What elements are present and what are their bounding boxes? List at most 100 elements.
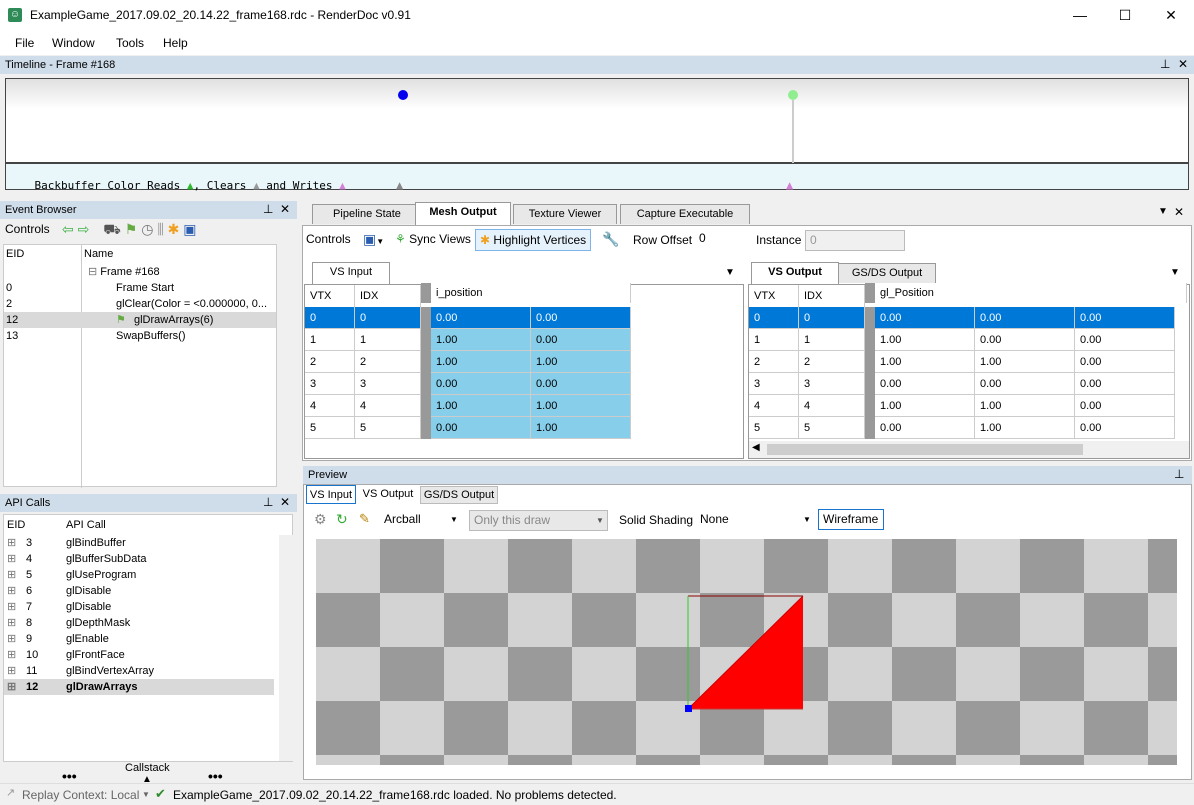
pin-icon[interactable]: ⊥	[1174, 467, 1184, 481]
save-icon[interactable]: ▣	[183, 221, 196, 238]
settings-icon[interactable]: ✱	[168, 221, 180, 238]
grid-cell[interactable]: 1.00	[975, 417, 1075, 439]
grid-cell[interactable]: 0.00	[531, 329, 631, 351]
tab-vs-input[interactable]: VS Input	[312, 262, 390, 284]
tree-item-frame[interactable]: ⊟ Frame #168	[88, 264, 273, 280]
preview-tab-gs-ds-output[interactable]: GS/DS Output	[420, 486, 498, 504]
tree-item[interactable]: 2 glClear(Color = <0.000000, 0...	[4, 296, 276, 312]
api-call-row[interactable]: ⊞ 5 glUseProgram	[4, 567, 274, 583]
close-icon[interactable]: ✕	[280, 495, 290, 509]
expand-icon[interactable]: ⊞	[7, 615, 16, 631]
api-call-row[interactable]: ⊞ 11 glBindVertexArray	[4, 663, 274, 679]
timeline-canvas[interactable]	[5, 78, 1189, 163]
grid-cell[interactable]: 0.00	[875, 373, 975, 395]
grid-cell[interactable]: 0.00	[531, 307, 631, 329]
grid-cell[interactable]: 0.00	[431, 417, 531, 439]
tab-mesh-output[interactable]: Mesh Output	[415, 202, 511, 225]
row-offset-input[interactable]: 0	[695, 229, 747, 250]
more-icon[interactable]: •••	[208, 768, 223, 784]
api-call-row[interactable]: ⊞ 9 glEnable	[4, 631, 274, 647]
menu-window[interactable]: Window	[52, 36, 95, 50]
grid-cell[interactable]: 0.00	[431, 307, 531, 329]
chevron-down-icon[interactable]: ▼	[1158, 206, 1168, 217]
grid-cell[interactable]: 0.00	[1075, 307, 1175, 329]
api-call-row[interactable]: ⊞ 10 glFrontFace	[4, 647, 274, 663]
grid-cell[interactable]: 1.00	[531, 395, 631, 417]
tab-capture-executable[interactable]: Capture Executable	[620, 204, 750, 224]
grid-cell[interactable]: 2	[355, 351, 421, 373]
gear-icon[interactable]: ⚙	[314, 511, 327, 528]
chevron-down-icon[interactable]: ▼	[1170, 267, 1180, 278]
tree-item[interactable]: 13 SwapBuffers()	[4, 328, 276, 344]
grid-cell[interactable]: 1.00	[431, 329, 531, 351]
reset-icon[interactable]: ↻	[336, 511, 348, 528]
grid-cell[interactable]: 1	[355, 329, 421, 351]
back-arrow-icon[interactable]: ⇦	[62, 221, 74, 238]
expand-icon[interactable]: ⊞	[7, 631, 16, 647]
columns-icon[interactable]: ⫼	[157, 221, 163, 238]
camera-select[interactable]: Arcball ▼	[380, 510, 462, 531]
pin-icon[interactable]: ⊥	[263, 202, 273, 216]
menu-file[interactable]: File	[15, 36, 34, 50]
grid-cell[interactable]: 0.00	[975, 329, 1075, 351]
preview-tab-vs-input[interactable]: VS Input	[306, 485, 356, 504]
wand-icon[interactable]: ✎	[359, 511, 370, 527]
grid-cell[interactable]: 3	[749, 373, 799, 395]
expand-icon[interactable]: ⊞	[7, 551, 16, 567]
grid-cell[interactable]: 0.00	[975, 373, 1075, 395]
grid-cell[interactable]: 1	[799, 329, 865, 351]
tab-texture-viewer[interactable]: Texture Viewer	[513, 204, 617, 224]
save-icon[interactable]: ▣▼	[363, 231, 384, 248]
grid-cell[interactable]: 0.00	[431, 373, 531, 395]
grid-cell[interactable]: 1.00	[875, 395, 975, 417]
wrench-icon[interactable]: 🔧	[602, 231, 619, 248]
close-icon[interactable]: ✕	[1174, 205, 1184, 219]
preview-viewport[interactable]	[316, 539, 1177, 765]
grid-cell[interactable]: 5	[305, 417, 355, 439]
grid-cell[interactable]: 3	[799, 373, 865, 395]
bookmark-icon[interactable]: ⚑	[125, 221, 138, 238]
api-call-row[interactable]: ⊞ 3 glBindBuffer	[4, 535, 274, 551]
api-call-row-selected[interactable]: ⊞ 12 glDrawArrays	[4, 679, 274, 695]
menu-help[interactable]: Help	[163, 36, 188, 50]
replay-context[interactable]: Replay Context: Local	[22, 788, 139, 802]
grid-cell[interactable]: 0.00	[975, 307, 1075, 329]
current-event-marker[interactable]	[398, 90, 408, 100]
grid-cell[interactable]: 0.00	[875, 307, 975, 329]
grid-cell[interactable]: 0	[305, 307, 355, 329]
expand-icon[interactable]: ⊞	[7, 583, 16, 599]
grid-cell[interactable]: 1.00	[875, 329, 975, 351]
tab-vs-output[interactable]: VS Output	[751, 262, 839, 284]
close-button[interactable]: ✕	[1148, 0, 1194, 31]
highlight-event-marker[interactable]	[788, 90, 798, 100]
sync-views-button[interactable]: ⚘ Sync Views	[391, 229, 475, 251]
grid-cell[interactable]: 1.00	[531, 351, 631, 373]
grid-cell[interactable]: 2	[749, 351, 799, 373]
grid-cell[interactable]: 4	[305, 395, 355, 417]
solid-shading-select[interactable]: None ▼	[696, 510, 816, 531]
highlight-vertices-button[interactable]: ✱ Highlight Vertices	[475, 229, 592, 251]
chevron-down-icon[interactable]: ▼	[142, 790, 150, 799]
grid-cell[interactable]: 1.00	[531, 417, 631, 439]
find-icon[interactable]: ⛟	[103, 221, 121, 240]
scroll-thumb[interactable]	[767, 444, 1083, 455]
grid-cell[interactable]: 5	[749, 417, 799, 439]
grid-cell[interactable]: 3	[305, 373, 355, 395]
grid-cell[interactable]: 1.00	[975, 395, 1075, 417]
expand-icon[interactable]: ⊞	[7, 679, 16, 695]
expand-icon[interactable]: ⊞	[7, 535, 16, 551]
grid-cell[interactable]: 1.00	[431, 351, 531, 373]
grid-cell[interactable]: 1.00	[431, 395, 531, 417]
grid-cell[interactable]: 3	[355, 373, 421, 395]
pin-icon[interactable]: ⊥	[263, 495, 273, 509]
expand-icon[interactable]: ⊞	[7, 567, 16, 583]
grid-cell[interactable]: 5	[355, 417, 421, 439]
forward-arrow-icon[interactable]: ⇨	[78, 221, 90, 238]
minimize-button[interactable]: —	[1057, 0, 1103, 31]
grid-cell[interactable]: 0.00	[875, 417, 975, 439]
grid-cell[interactable]: 1	[305, 329, 355, 351]
expand-icon[interactable]: ⊞	[7, 663, 16, 679]
grid-cell[interactable]: 1	[749, 329, 799, 351]
grid-cell[interactable]: 1.00	[875, 351, 975, 373]
chevron-down-icon[interactable]: ▼	[725, 267, 735, 278]
